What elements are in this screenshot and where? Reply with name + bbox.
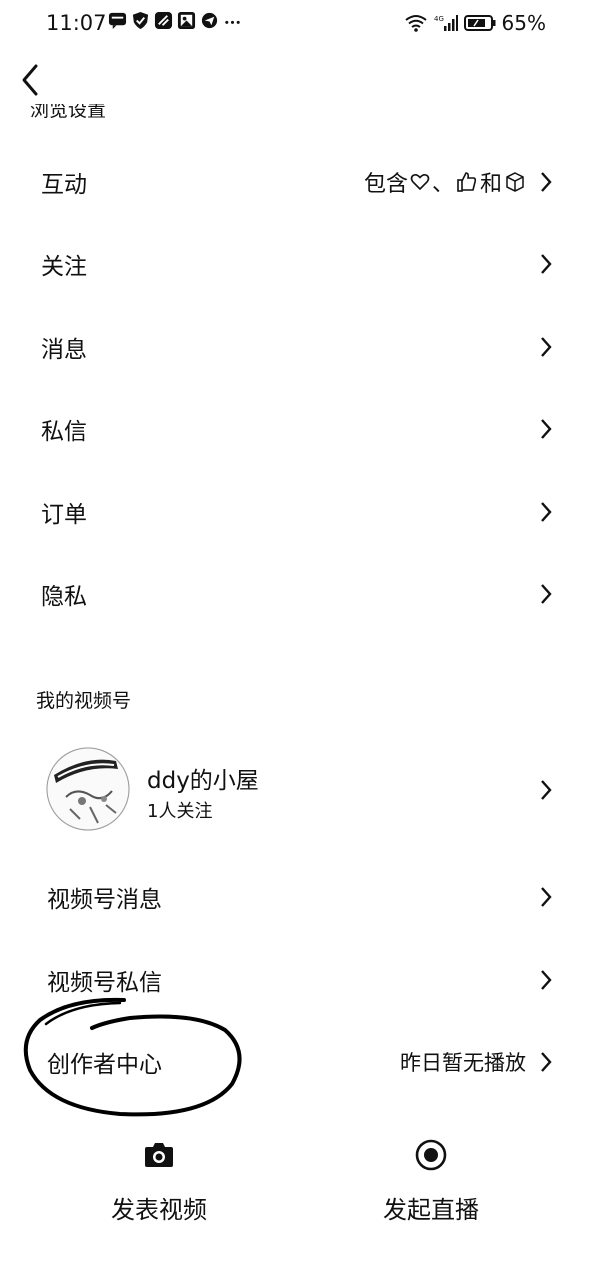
more-dots-icon: [225, 20, 240, 24]
channel-row-messages[interactable]: 视频号消息: [0, 856, 590, 938]
chevron-right-icon: [541, 172, 552, 192]
chevron-right-icon: [541, 780, 552, 800]
thumbs-up-icon: [457, 172, 477, 192]
heart-icon: [410, 174, 430, 191]
battery-percent: 65%: [501, 11, 546, 35]
status-time: 11:07: [46, 11, 107, 35]
svg-text:4G: 4G: [434, 15, 444, 23]
avatar: [46, 747, 130, 831]
channel-row-label: 视频号消息: [47, 887, 162, 913]
settings-row-label: 互动: [41, 172, 87, 198]
publish-video-label: 发表视频: [111, 1196, 207, 1224]
channel-row-label: 创作者中心: [47, 1052, 162, 1078]
channel-row-private-messages[interactable]: 视频号私信: [0, 939, 590, 1021]
chevron-right-icon: [541, 584, 552, 604]
shield-icon: [132, 11, 149, 30]
settings-row-private-messages[interactable]: 私信: [0, 388, 590, 470]
settings-row-interaction[interactable]: 互动 包含 、 和: [0, 141, 590, 223]
publish-video-button[interactable]: 发表视频: [59, 1138, 259, 1225]
live-record-icon: [415, 1139, 447, 1171]
app-icon: [154, 11, 173, 30]
section-heading-browse: 浏览设置: [30, 104, 107, 121]
interaction-value: 包含 、 和: [364, 166, 526, 198]
chat-notification-icon: [108, 12, 127, 30]
battery-icon: [463, 15, 496, 31]
start-live-label: 发起直播: [383, 1196, 479, 1224]
channel-followers: 1人关注: [147, 801, 213, 822]
settings-row-label: 关注: [41, 254, 87, 280]
settings-row-orders[interactable]: 订单: [0, 471, 590, 553]
settings-row-privacy[interactable]: 隐私: [0, 553, 590, 635]
chevron-right-icon: [541, 887, 552, 907]
telegram-icon: [201, 12, 218, 29]
creator-center-value: 昨日暂无播放: [400, 1051, 526, 1075]
chevron-right-icon: [541, 970, 552, 990]
signal-4g-icon: 4G: [434, 15, 458, 31]
status-notification-icons: [108, 11, 242, 30]
channel-profile-row[interactable]: ddy的小屋 1人关注: [0, 745, 590, 835]
settings-row-label: 私信: [41, 419, 87, 445]
chevron-right-icon: [541, 1052, 552, 1072]
channel-row-creator-center[interactable]: 创作者中心 昨日暂无播放: [0, 1021, 590, 1103]
start-live-button[interactable]: 发起直播: [331, 1138, 531, 1225]
settings-row-messages[interactable]: 消息: [0, 306, 590, 388]
back-arrow-icon[interactable]: [16, 62, 48, 98]
channel-row-label: 视频号私信: [47, 970, 162, 996]
settings-row-label: 订单: [41, 502, 87, 528]
chevron-right-icon: [541, 419, 552, 439]
channel-name: ddy的小屋: [147, 768, 259, 794]
gallery-icon: [177, 11, 196, 30]
settings-row-label: 消息: [41, 337, 87, 363]
chevron-right-icon: [541, 337, 552, 357]
box-icon: [506, 172, 524, 192]
wifi-icon: [404, 15, 427, 32]
chevron-right-icon: [541, 254, 552, 274]
settings-row-label: 隐私: [41, 584, 87, 610]
chevron-right-icon: [541, 502, 552, 522]
camera-icon: [145, 1143, 173, 1167]
status-right: 4G 65%: [404, 8, 546, 38]
settings-row-follow[interactable]: 关注: [0, 223, 590, 305]
section-title-my-channels: 我的视频号: [36, 690, 132, 712]
